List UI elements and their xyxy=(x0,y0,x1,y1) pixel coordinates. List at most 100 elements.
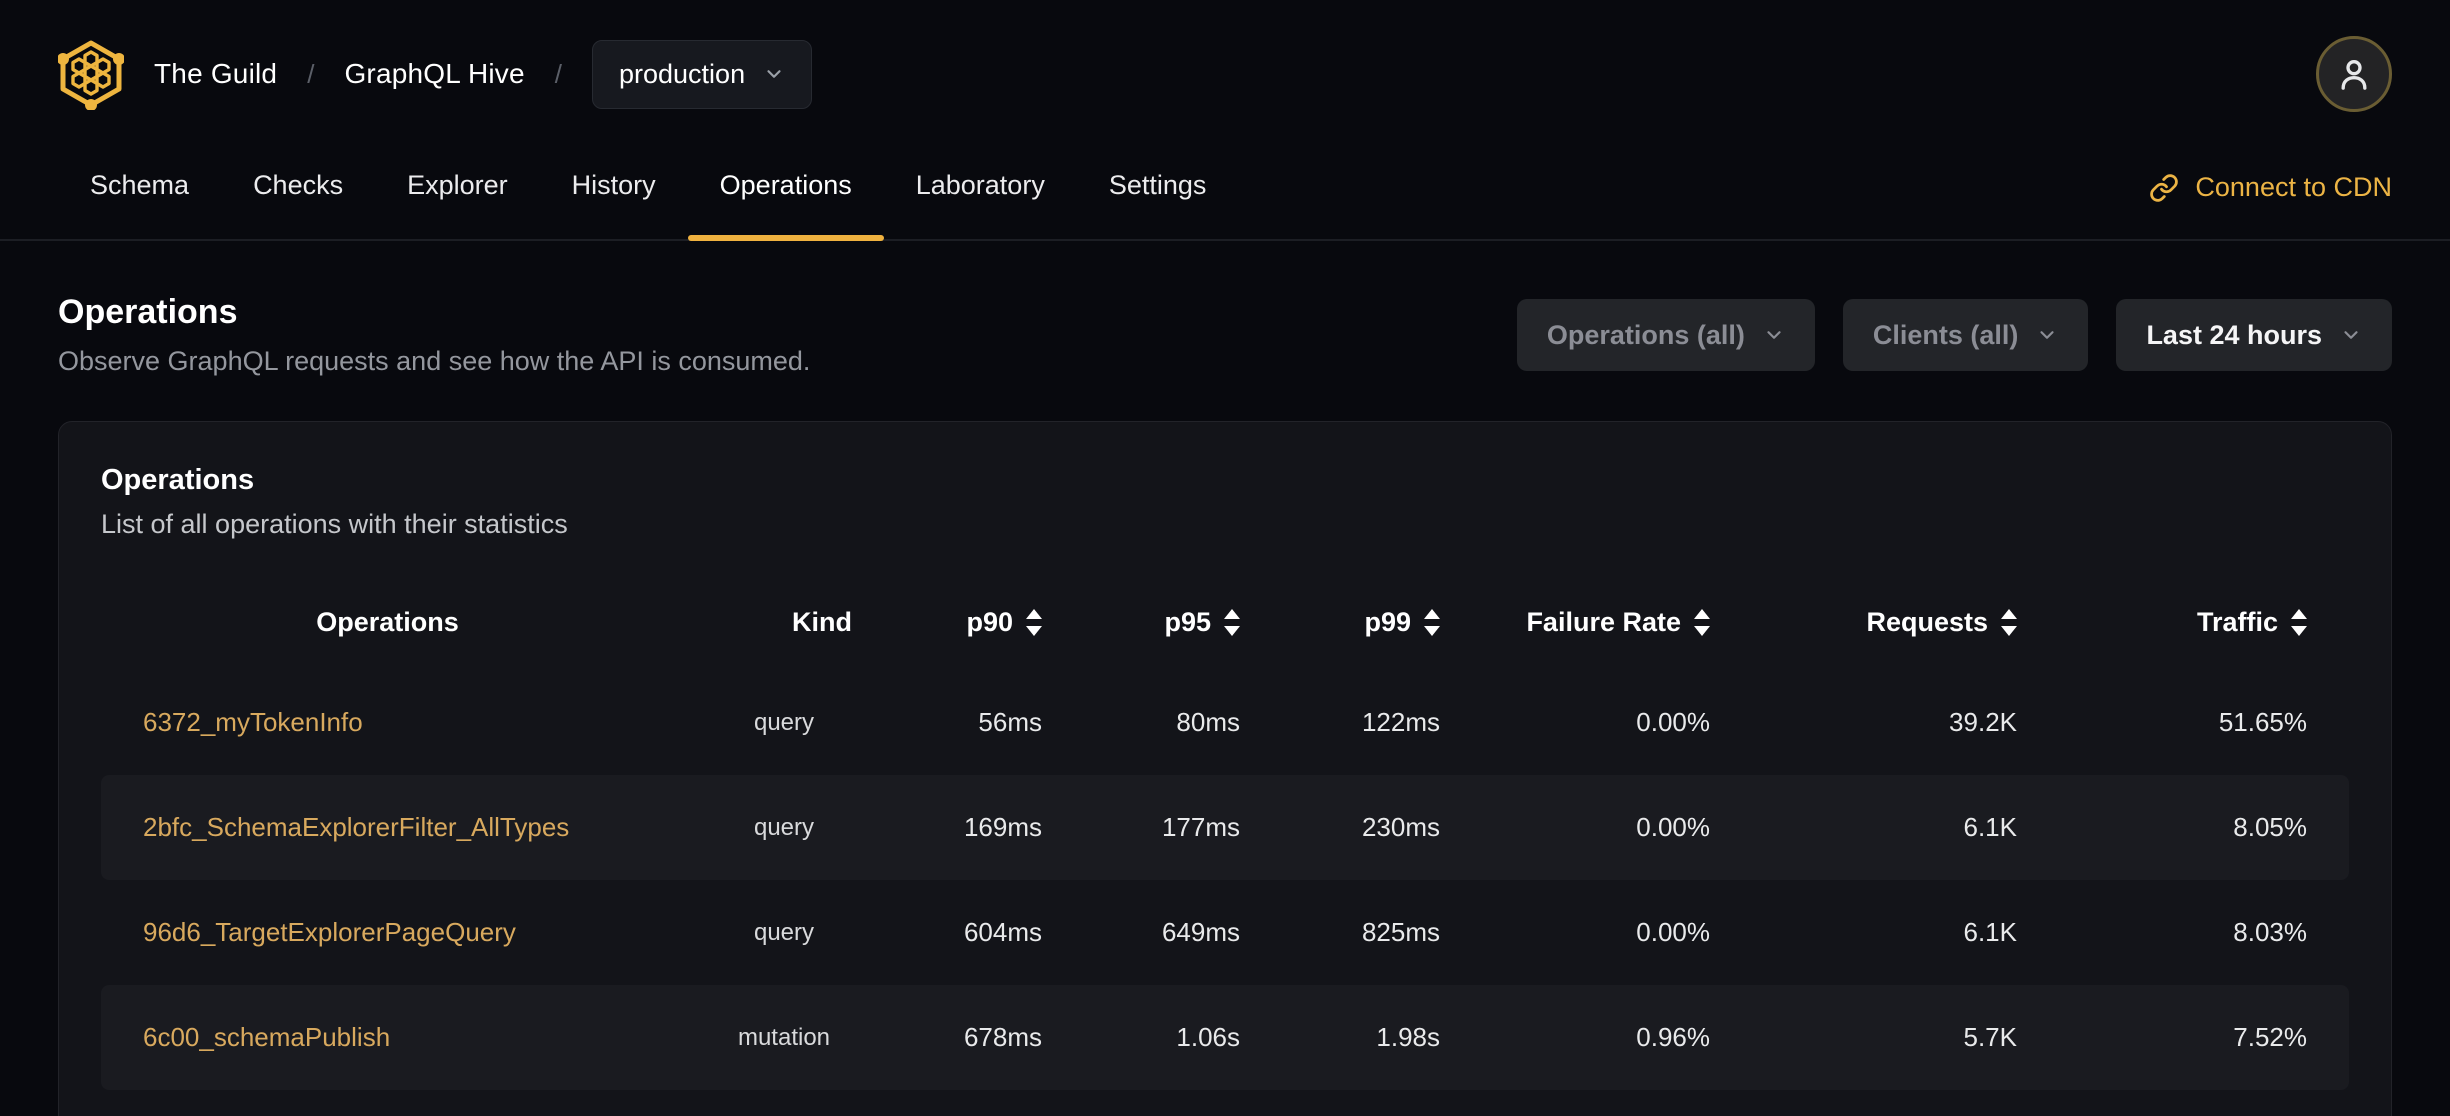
operation-name-cell: 96d6_TargetExplorerPageQuery xyxy=(101,917,674,948)
table-column-header[interactable]: Kind xyxy=(674,607,894,638)
filter-dropdown[interactable]: Clients (all) xyxy=(1842,299,2089,371)
operation-link[interactable]: 2bfc_SchemaExplorerFilter_AllTypes xyxy=(143,812,569,842)
filter-bar: Operations (all) Clients (all) Last 24 h… xyxy=(1516,299,2392,371)
table-column-header[interactable]: Requests xyxy=(1752,607,2059,638)
table-column-label: Kind xyxy=(792,606,852,637)
breadcrumb-separator: / xyxy=(554,58,562,89)
target-selector[interactable]: production xyxy=(592,39,813,109)
operation-link[interactable]: 96d6_TargetExplorerPageQuery xyxy=(143,917,516,947)
p99-cell: 122ms xyxy=(1361,707,1440,737)
nav-tab-label: Schema xyxy=(90,170,190,200)
chevron-down-icon xyxy=(767,70,781,78)
p99-cell: 825ms xyxy=(1361,917,1440,947)
operation-name-cell: 2bfc_SchemaExplorerFilter_AllTypes xyxy=(101,812,674,843)
link-icon xyxy=(2150,173,2179,202)
sort-arrows-icon[interactable] xyxy=(2291,608,2307,636)
requests-cell: 6.1K xyxy=(1963,917,2018,947)
table-row: 6c00_schemaPublish mutation 678ms 1.06s … xyxy=(101,985,2349,1090)
table-column-label: p99 xyxy=(1364,606,1411,637)
sort-desc-icon[interactable] xyxy=(2291,625,2307,636)
requests-cell: 5.7K xyxy=(1963,1022,2018,1052)
sort-arrows-icon[interactable] xyxy=(1224,608,1240,636)
card-title: Operations xyxy=(101,464,255,496)
table-column-label: p95 xyxy=(1164,606,1211,637)
nav-tab-label: Operations xyxy=(719,170,852,200)
sort-asc-icon[interactable] xyxy=(2001,608,2017,619)
sort-asc-icon[interactable] xyxy=(2291,608,2307,619)
sort-desc-icon[interactable] xyxy=(1026,625,1042,636)
p99-cell: 230ms xyxy=(1361,812,1440,842)
table-column-label: p90 xyxy=(966,606,1013,637)
sort-asc-icon[interactable] xyxy=(1694,608,1710,619)
nav-tab[interactable]: Laboratory xyxy=(884,136,1077,239)
kind-cell: mutation xyxy=(737,1023,831,1051)
nav-tab-label: History xyxy=(571,170,656,200)
sort-arrows-icon[interactable] xyxy=(1026,608,1042,636)
sort-arrows-icon[interactable] xyxy=(1694,608,1710,636)
p99-cell: 1.98s xyxy=(1376,1022,1440,1052)
traffic-cell: 51.65% xyxy=(2218,707,2307,737)
p95-cell: 1.06s xyxy=(1176,1022,1240,1052)
table-column-label: Operations xyxy=(316,606,459,637)
top-bar: The Guild / GraphQL Hive / production xyxy=(0,0,2450,130)
nav-tab[interactable]: Schema xyxy=(58,136,221,239)
breadcrumb-org[interactable]: The Guild xyxy=(154,58,277,90)
table-column-header[interactable]: Failure Rate xyxy=(1482,607,1752,638)
table-column-header[interactable]: Traffic xyxy=(2059,607,2349,638)
page-subtitle: Observe GraphQL requests and see how the… xyxy=(58,346,811,376)
table-column-header[interactable]: Operations xyxy=(101,607,674,638)
table-column-header[interactable]: p90 xyxy=(894,607,1084,638)
user-avatar[interactable] xyxy=(2316,36,2392,112)
breadcrumb: The Guild / GraphQL Hive / production xyxy=(58,38,813,110)
nav-tab[interactable]: Explorer xyxy=(375,136,540,239)
filter-dropdown[interactable]: Operations (all) xyxy=(1516,299,1815,371)
nav-tab[interactable]: Checks xyxy=(221,136,375,239)
p95-cell: 649ms xyxy=(1161,917,1240,947)
nav-tab-label: Settings xyxy=(1108,170,1207,200)
filter-dropdown[interactable]: Last 24 hours xyxy=(2116,299,2392,371)
table-column-label: Failure Rate xyxy=(1526,606,1681,637)
operation-link[interactable]: 6372_myTokenInfo xyxy=(143,707,363,737)
sort-asc-icon[interactable] xyxy=(1224,608,1240,619)
connect-to-cdn-label: Connect to CDN xyxy=(2195,172,2392,202)
failure-rate-cell: 0.00% xyxy=(1636,917,1710,947)
filter-dropdown-label: Clients (all) xyxy=(1872,319,2019,350)
table-column-header[interactable]: p99 xyxy=(1282,607,1482,638)
kind-cell: query xyxy=(753,813,815,841)
filter-dropdown-label: Last 24 hours xyxy=(2146,319,2322,350)
table-header-row: Operations Kind p90 p95 p99 Failure Rate… xyxy=(101,574,2349,670)
connect-to-cdn-link[interactable]: Connect to CDN xyxy=(2149,172,2392,203)
nav-tab[interactable]: History xyxy=(540,136,688,239)
traffic-cell: 8.03% xyxy=(2233,917,2307,947)
sort-desc-icon[interactable] xyxy=(1224,625,1240,636)
operation-link[interactable]: 6c00_schemaPublish xyxy=(143,1022,390,1052)
sort-desc-icon[interactable] xyxy=(1424,625,1440,636)
page-title: Operations xyxy=(58,293,238,331)
failure-rate-cell: 0.00% xyxy=(1636,812,1710,842)
sort-desc-icon[interactable] xyxy=(1694,625,1710,636)
primary-nav: Schema Checks Explorer History Operation… xyxy=(0,136,2450,241)
p90-cell: 169ms xyxy=(963,812,1042,842)
table-row: 6372_myTokenInfo query 56ms 80ms 122ms 0… xyxy=(101,670,2349,775)
hive-logo-icon[interactable] xyxy=(58,38,124,110)
target-selector-value: production xyxy=(619,58,746,89)
table-row: 96d6_TargetExplorerPageQuery query 604ms… xyxy=(101,880,2349,985)
p95-cell: 177ms xyxy=(1161,812,1240,842)
breadcrumb-project[interactable]: GraphQL Hive xyxy=(344,58,524,90)
operations-card: Operations List of all operations with t… xyxy=(58,421,2392,1116)
table-column-header[interactable]: p95 xyxy=(1084,607,1282,638)
sort-desc-icon[interactable] xyxy=(2001,625,2017,636)
sort-asc-icon[interactable] xyxy=(1424,608,1440,619)
nav-tab[interactable]: Settings xyxy=(1077,136,1239,239)
kind-cell: query xyxy=(753,708,815,736)
p90-cell: 604ms xyxy=(963,917,1042,947)
traffic-cell: 7.52% xyxy=(2233,1022,2307,1052)
operation-name-cell: 6c00_schemaPublish xyxy=(101,1022,674,1053)
user-icon xyxy=(2341,59,2367,90)
sort-arrows-icon[interactable] xyxy=(2001,608,2017,636)
sort-asc-icon[interactable] xyxy=(1026,608,1042,619)
sort-arrows-icon[interactable] xyxy=(1424,608,1440,636)
filter-dropdown-label: Operations (all) xyxy=(1546,319,1745,350)
table-column-label: Requests xyxy=(1866,606,1988,637)
nav-tab[interactable]: Operations xyxy=(687,136,884,241)
